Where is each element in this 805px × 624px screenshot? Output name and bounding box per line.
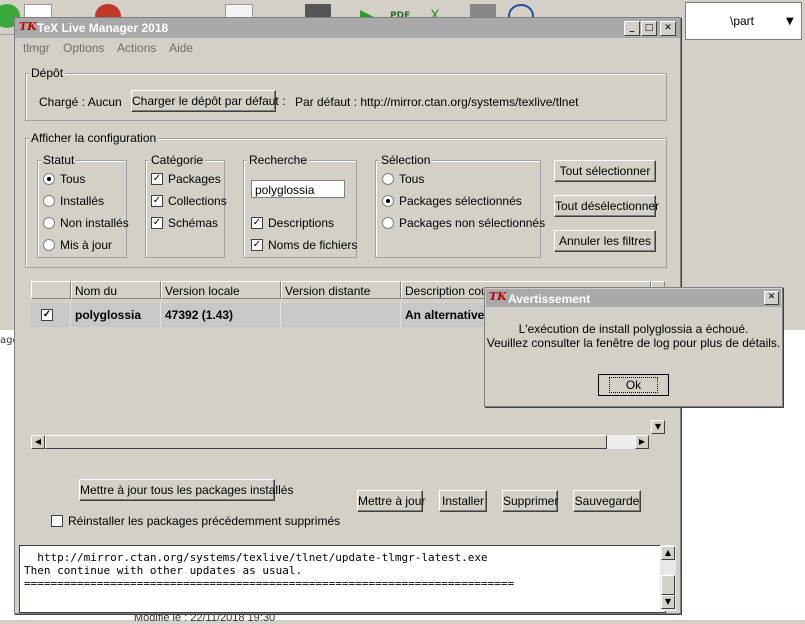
table-scroll-down-button[interactable]: ▼ xyxy=(651,420,665,434)
ok-button[interactable]: Ok xyxy=(598,374,669,396)
schemas-checkbox[interactable]: ✓ xyxy=(151,217,163,229)
select-column-header[interactable] xyxy=(31,281,71,299)
backup-button[interactable]: Sauvegarde xyxy=(573,490,641,512)
selection-tous-radio[interactable] xyxy=(382,173,394,185)
selection-selected-radio[interactable] xyxy=(382,195,394,207)
statut-non-installes-label: Non installés xyxy=(60,216,129,230)
log-line: http://mirror.ctan.org/systems/texlive/t… xyxy=(24,551,488,564)
collections-label: Collections xyxy=(168,194,227,208)
tk-icon: TK xyxy=(489,290,507,303)
loaded-label: Chargé : Aucun xyxy=(39,95,122,109)
selection-legend: Sélection xyxy=(379,153,433,167)
window-title: TeX Live Manager 2018 xyxy=(37,21,169,35)
menu-aide[interactable]: Aide xyxy=(169,41,193,55)
statut-installes-radio[interactable] xyxy=(43,195,55,207)
local-version-column-header[interactable]: Version locale xyxy=(161,281,281,299)
update-all-button[interactable]: Mettre à jour tous les packages installé… xyxy=(79,479,293,501)
log-scroll-thumb[interactable] xyxy=(661,575,675,595)
selection-tous-label: Tous xyxy=(399,172,425,186)
dialog-title: Avertissement xyxy=(508,292,591,306)
log-scroll-down-button[interactable]: ▼ xyxy=(661,595,675,609)
categorie-legend: Catégorie xyxy=(149,153,206,167)
side-panel xyxy=(680,34,805,330)
menu-options[interactable]: Options xyxy=(63,41,104,55)
statut-tous-radio[interactable] xyxy=(43,173,55,185)
dialog-title-bar[interactable]: TK Avertissement ✕ xyxy=(486,289,781,307)
filenames-label: Noms de fichiers xyxy=(268,238,358,252)
close-button[interactable]: ✕ xyxy=(660,21,676,36)
dialog-close-button[interactable]: ✕ xyxy=(764,291,779,305)
log-vertical-scrollbar[interactable]: ▲ ▼ xyxy=(660,545,676,611)
statut-mis-a-jour-radio[interactable] xyxy=(43,239,55,251)
statut-mis-a-jour-label: Mis à jour xyxy=(60,238,113,252)
horizontal-scrollbar[interactable]: ◀ ▶ xyxy=(31,435,649,449)
maximize-button[interactable]: □ xyxy=(641,21,657,36)
statut-installes-label: Installés xyxy=(60,194,105,208)
chevron-down-icon[interactable]: ▼ xyxy=(786,16,794,27)
collections-checkbox[interactable]: ✓ xyxy=(151,195,163,207)
reinstall-label: Réinstaller les packages précédemment su… xyxy=(68,514,341,528)
log-line: Then continue with other updates as usua… xyxy=(24,564,303,577)
table-row-remote-version[interactable] xyxy=(281,303,401,327)
selection-unselected-radio[interactable] xyxy=(382,217,394,229)
table-row-checkbox-cell: ✓ xyxy=(31,303,71,327)
recherche-legend: Recherche xyxy=(247,153,310,167)
schemas-label: Schémas xyxy=(168,216,219,230)
structure-combo-value: \part xyxy=(730,14,755,28)
remote-version-column-header[interactable]: Version distante xyxy=(281,281,401,299)
remove-button[interactable]: Supprimer xyxy=(502,490,558,512)
row-select-checkbox[interactable]: ✓ xyxy=(41,309,53,321)
packages-checkbox[interactable]: ✓ xyxy=(151,173,163,185)
deselect-all-button[interactable]: Tout désélectionner xyxy=(554,195,659,217)
filenames-checkbox[interactable]: ✓ xyxy=(251,239,263,251)
default-repository-label: Par défaut : http://mirror.ctan.org/syst… xyxy=(295,95,579,109)
log-output[interactable]: http://mirror.ctan.org/systems/texlive/t… xyxy=(19,545,666,613)
menu-tlmgr[interactable]: tlmgr xyxy=(23,41,50,55)
selection-unselected-label: Packages non sélectionnés xyxy=(399,216,546,230)
tk-icon: TK xyxy=(19,20,37,33)
menu-actions[interactable]: Actions xyxy=(117,41,156,55)
log-scroll-up-button[interactable]: ▲ xyxy=(661,546,675,560)
install-button[interactable]: Installer xyxy=(439,490,487,512)
menu-bar: tlmgr Options Actions Aide xyxy=(23,41,203,55)
selection-selected-label: Packages sélectionnés xyxy=(399,194,522,208)
load-depot-button[interactable]: Charger le dépôt par défaut : xyxy=(131,90,285,112)
scroll-left-button[interactable]: ◀ xyxy=(31,435,45,449)
table-row-local-version[interactable]: 47392 (1.43) xyxy=(161,303,281,327)
minimize-button[interactable]: _ xyxy=(624,21,640,36)
scroll-right-button[interactable]: ▶ xyxy=(635,435,649,449)
reinstall-checkbox[interactable] xyxy=(51,515,63,527)
ok-button-label: Ok xyxy=(608,377,659,393)
scroll-track[interactable] xyxy=(607,435,635,449)
name-column-header[interactable]: Nom du package xyxy=(71,281,161,316)
scroll-thumb[interactable] xyxy=(45,435,607,449)
select-all-button[interactable]: Tout sélectionner xyxy=(554,160,656,182)
packages-label: Packages xyxy=(168,172,221,186)
search-input[interactable]: polyglossia xyxy=(251,180,345,198)
statut-tous-label: Tous xyxy=(60,172,86,186)
depot-legend: Dépôt xyxy=(29,66,66,80)
warning-dialog: TK Avertissement ✕ L'exécution de instal… xyxy=(484,287,783,407)
descriptions-label: Descriptions xyxy=(268,216,335,230)
log-line: ========================================… xyxy=(24,577,515,590)
dialog-message-line-2: Veuillez consulter la fenêtre de log pou… xyxy=(486,336,781,350)
table-row-name[interactable]: polyglossia xyxy=(71,303,161,327)
update-button[interactable]: Mettre à jour xyxy=(357,490,425,512)
statut-legend: Statut xyxy=(41,153,77,167)
dialog-message-line-1: L'exécution de install polyglossia a éch… xyxy=(518,322,749,336)
reset-filters-button[interactable]: Annuler les filtres xyxy=(554,230,656,252)
statut-non-installes-radio[interactable] xyxy=(43,217,55,229)
descriptions-checkbox[interactable]: ✓ xyxy=(251,217,263,229)
config-legend: Afficher la configuration xyxy=(29,131,159,145)
title-bar[interactable]: TK TeX Live Manager 2018 _ □ ✕ xyxy=(15,18,680,38)
